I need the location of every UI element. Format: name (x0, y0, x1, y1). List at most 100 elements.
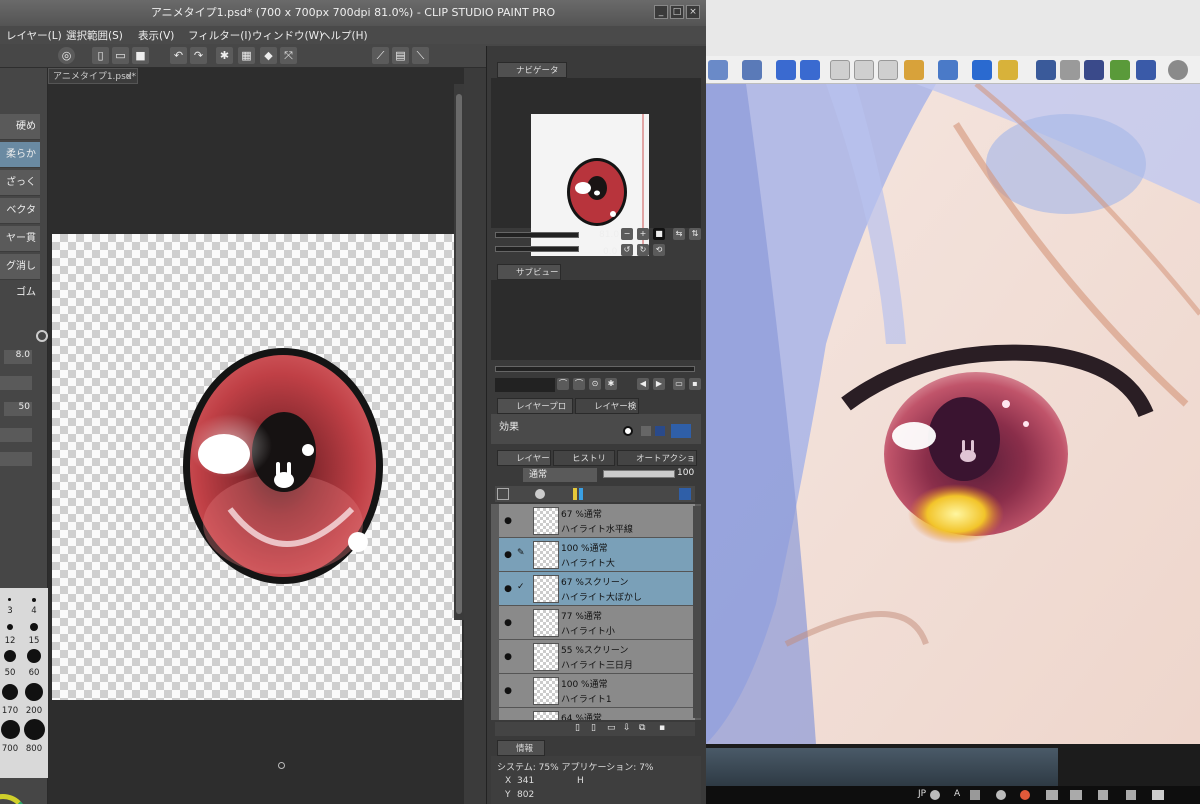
notification-icon[interactable] (1152, 790, 1164, 800)
subtool-layer-through[interactable]: ヤー貫通 (0, 226, 40, 270)
visibility-eye-icon[interactable]: ● (501, 616, 515, 630)
effect-color-dropdown[interactable] (671, 424, 691, 438)
duplicate-layer-icon[interactable]: ⧉ (639, 723, 645, 733)
navigator-tab[interactable]: ナビゲーター (497, 62, 567, 92)
tray-icon[interactable] (1020, 790, 1030, 800)
menu-help[interactable]: ヘルプ(H) (320, 28, 368, 43)
tray-icon[interactable] (1126, 790, 1136, 800)
visibility-eye-icon[interactable]: ● (501, 650, 515, 664)
flip-h-icon[interactable]: ⇆ (673, 228, 685, 240)
copy-icon[interactable] (878, 60, 898, 80)
layer-color-icon[interactable] (573, 488, 577, 500)
layer-row[interactable]: ● 77 %通常 ハイライト小 (499, 606, 695, 640)
transform-icon[interactable]: ⤧ (280, 47, 297, 64)
visibility-eye-icon[interactable]: ● (501, 684, 515, 698)
subtool-hard[interactable]: 硬め (0, 114, 40, 140)
tray-icon[interactable] (970, 790, 980, 800)
brush-dot-4[interactable] (32, 598, 36, 602)
menu-window[interactable]: ウィンドウ(W) (252, 28, 323, 43)
merge-down-icon[interactable]: ⇩ (623, 723, 631, 733)
snap-ruler-icon[interactable]: ⟋ (372, 47, 389, 64)
subview-delete-icon[interactable]: ▪ (689, 378, 701, 390)
brush-dot-50[interactable] (4, 650, 16, 662)
color-wheel[interactable] (0, 794, 28, 804)
subview-tool-icon[interactable]: ⌒ (573, 378, 585, 390)
brush-dot-15[interactable] (30, 623, 38, 631)
subtool-soft[interactable]: 柔らかめ (0, 142, 40, 186)
fit-icon[interactable] (972, 60, 992, 80)
auto-action-tab[interactable]: オートアクション (617, 450, 697, 480)
tray-icon[interactable] (996, 790, 1006, 800)
effect-color-icon[interactable] (655, 426, 665, 436)
delete-layer-icon[interactable]: ▪ (659, 723, 665, 733)
undo-icon[interactable]: ↶ (170, 47, 187, 64)
subview-tool-icon[interactable]: ⌒ (557, 378, 569, 390)
canvas-scrollbar[interactable] (454, 84, 464, 620)
subview-prev-icon[interactable]: ◀ (637, 378, 649, 390)
tab-close-icon[interactable]: × (125, 69, 137, 85)
layer-search-tab[interactable]: レイヤー検索 (575, 398, 639, 428)
effect-border-icon[interactable] (623, 426, 633, 436)
rotate-right-icon[interactable]: ↻ (637, 244, 649, 256)
snap-special-icon[interactable]: ⟍ (412, 47, 429, 64)
fit-view-icon[interactable]: ■ (653, 228, 665, 240)
layer-row[interactable]: ● 100 %通常 ハイライト1 (499, 674, 695, 708)
maximize-button[interactable]: □ (670, 5, 684, 19)
tray-icon[interactable] (930, 790, 940, 800)
scroll-thumb[interactable] (456, 94, 462, 614)
export-icon[interactable] (1136, 60, 1156, 80)
brush-density-value[interactable]: 50 (4, 402, 32, 416)
brush-size-slider[interactable] (0, 376, 32, 390)
input-mode-letter[interactable]: A (954, 789, 960, 799)
page-icon[interactable] (854, 60, 874, 80)
brush-size-value[interactable]: 8.0 (4, 350, 32, 364)
blend-mode-select[interactable]: 通常 (523, 468, 597, 482)
volume-icon[interactable] (1070, 790, 1082, 800)
layer-lock-icon[interactable] (535, 489, 545, 499)
folder-icon[interactable] (998, 60, 1018, 80)
back-arrow-icon[interactable] (776, 60, 796, 80)
layer-color-icon[interactable] (579, 488, 583, 500)
brush-dot-60[interactable] (27, 649, 41, 663)
gear-icon[interactable] (1168, 60, 1188, 80)
layer-property-tab[interactable]: レイヤープロパティ (497, 398, 573, 428)
network-icon[interactable] (1046, 790, 1058, 800)
visibility-eye-icon[interactable]: ● (501, 548, 515, 562)
subtool-snap-eraser[interactable]: グ消しゴム (0, 254, 40, 298)
brush-dot-170[interactable] (2, 684, 18, 700)
brush-density-slider[interactable] (0, 428, 32, 442)
info-tab[interactable]: 情報 (497, 740, 545, 756)
flip-v-icon[interactable]: ⇅ (689, 228, 701, 240)
visibility-eye-icon[interactable]: ● (501, 718, 515, 720)
new-file-icon[interactable]: ▯ (92, 47, 109, 64)
brush-dot-12[interactable] (7, 624, 13, 630)
forward-arrow-icon[interactable] (800, 60, 820, 80)
effect-tone-icon[interactable] (641, 426, 651, 436)
document-tab[interactable]: アニメタイプ1.psd* × (48, 68, 138, 84)
menu-filter[interactable]: フィルター(I) (188, 28, 252, 43)
rotate-reset-icon[interactable]: ⟲ (653, 244, 665, 256)
zoom-out-icon[interactable] (742, 60, 762, 80)
scanner-icon[interactable] (1084, 60, 1104, 80)
opacity-slider[interactable] (603, 470, 675, 478)
brush-dot-700[interactable] (1, 720, 20, 739)
subview-tool-icon[interactable]: ⊙ (589, 378, 601, 390)
tray-icon[interactable] (1098, 790, 1108, 800)
menu-layer[interactable]: レイヤー(L) (6, 28, 62, 43)
eraser-icon[interactable]: ◆ (260, 47, 277, 64)
subtool-rough[interactable]: ざっくり (0, 170, 40, 214)
page-icon[interactable] (830, 60, 850, 80)
layer-clip-icon[interactable] (497, 488, 509, 500)
ime-indicator[interactable]: JP (918, 789, 926, 799)
menu-view[interactable]: 表示(V) (138, 28, 174, 43)
print-icon[interactable] (1060, 60, 1080, 80)
info-icon[interactable] (938, 60, 958, 80)
subview-tab[interactable]: サブビュー (497, 264, 561, 280)
layer-color-swatch[interactable] (679, 488, 691, 500)
subview-open-icon[interactable]: ▭ (673, 378, 685, 390)
layer-row[interactable]: ● 64 %通常 (499, 708, 695, 720)
clear-icon[interactable]: ✱ (216, 47, 233, 64)
rotate-left-icon[interactable]: ↺ (621, 244, 633, 256)
zoom-in-icon[interactable] (708, 60, 728, 80)
subview-tool-icon[interactable]: ✱ (605, 378, 617, 390)
